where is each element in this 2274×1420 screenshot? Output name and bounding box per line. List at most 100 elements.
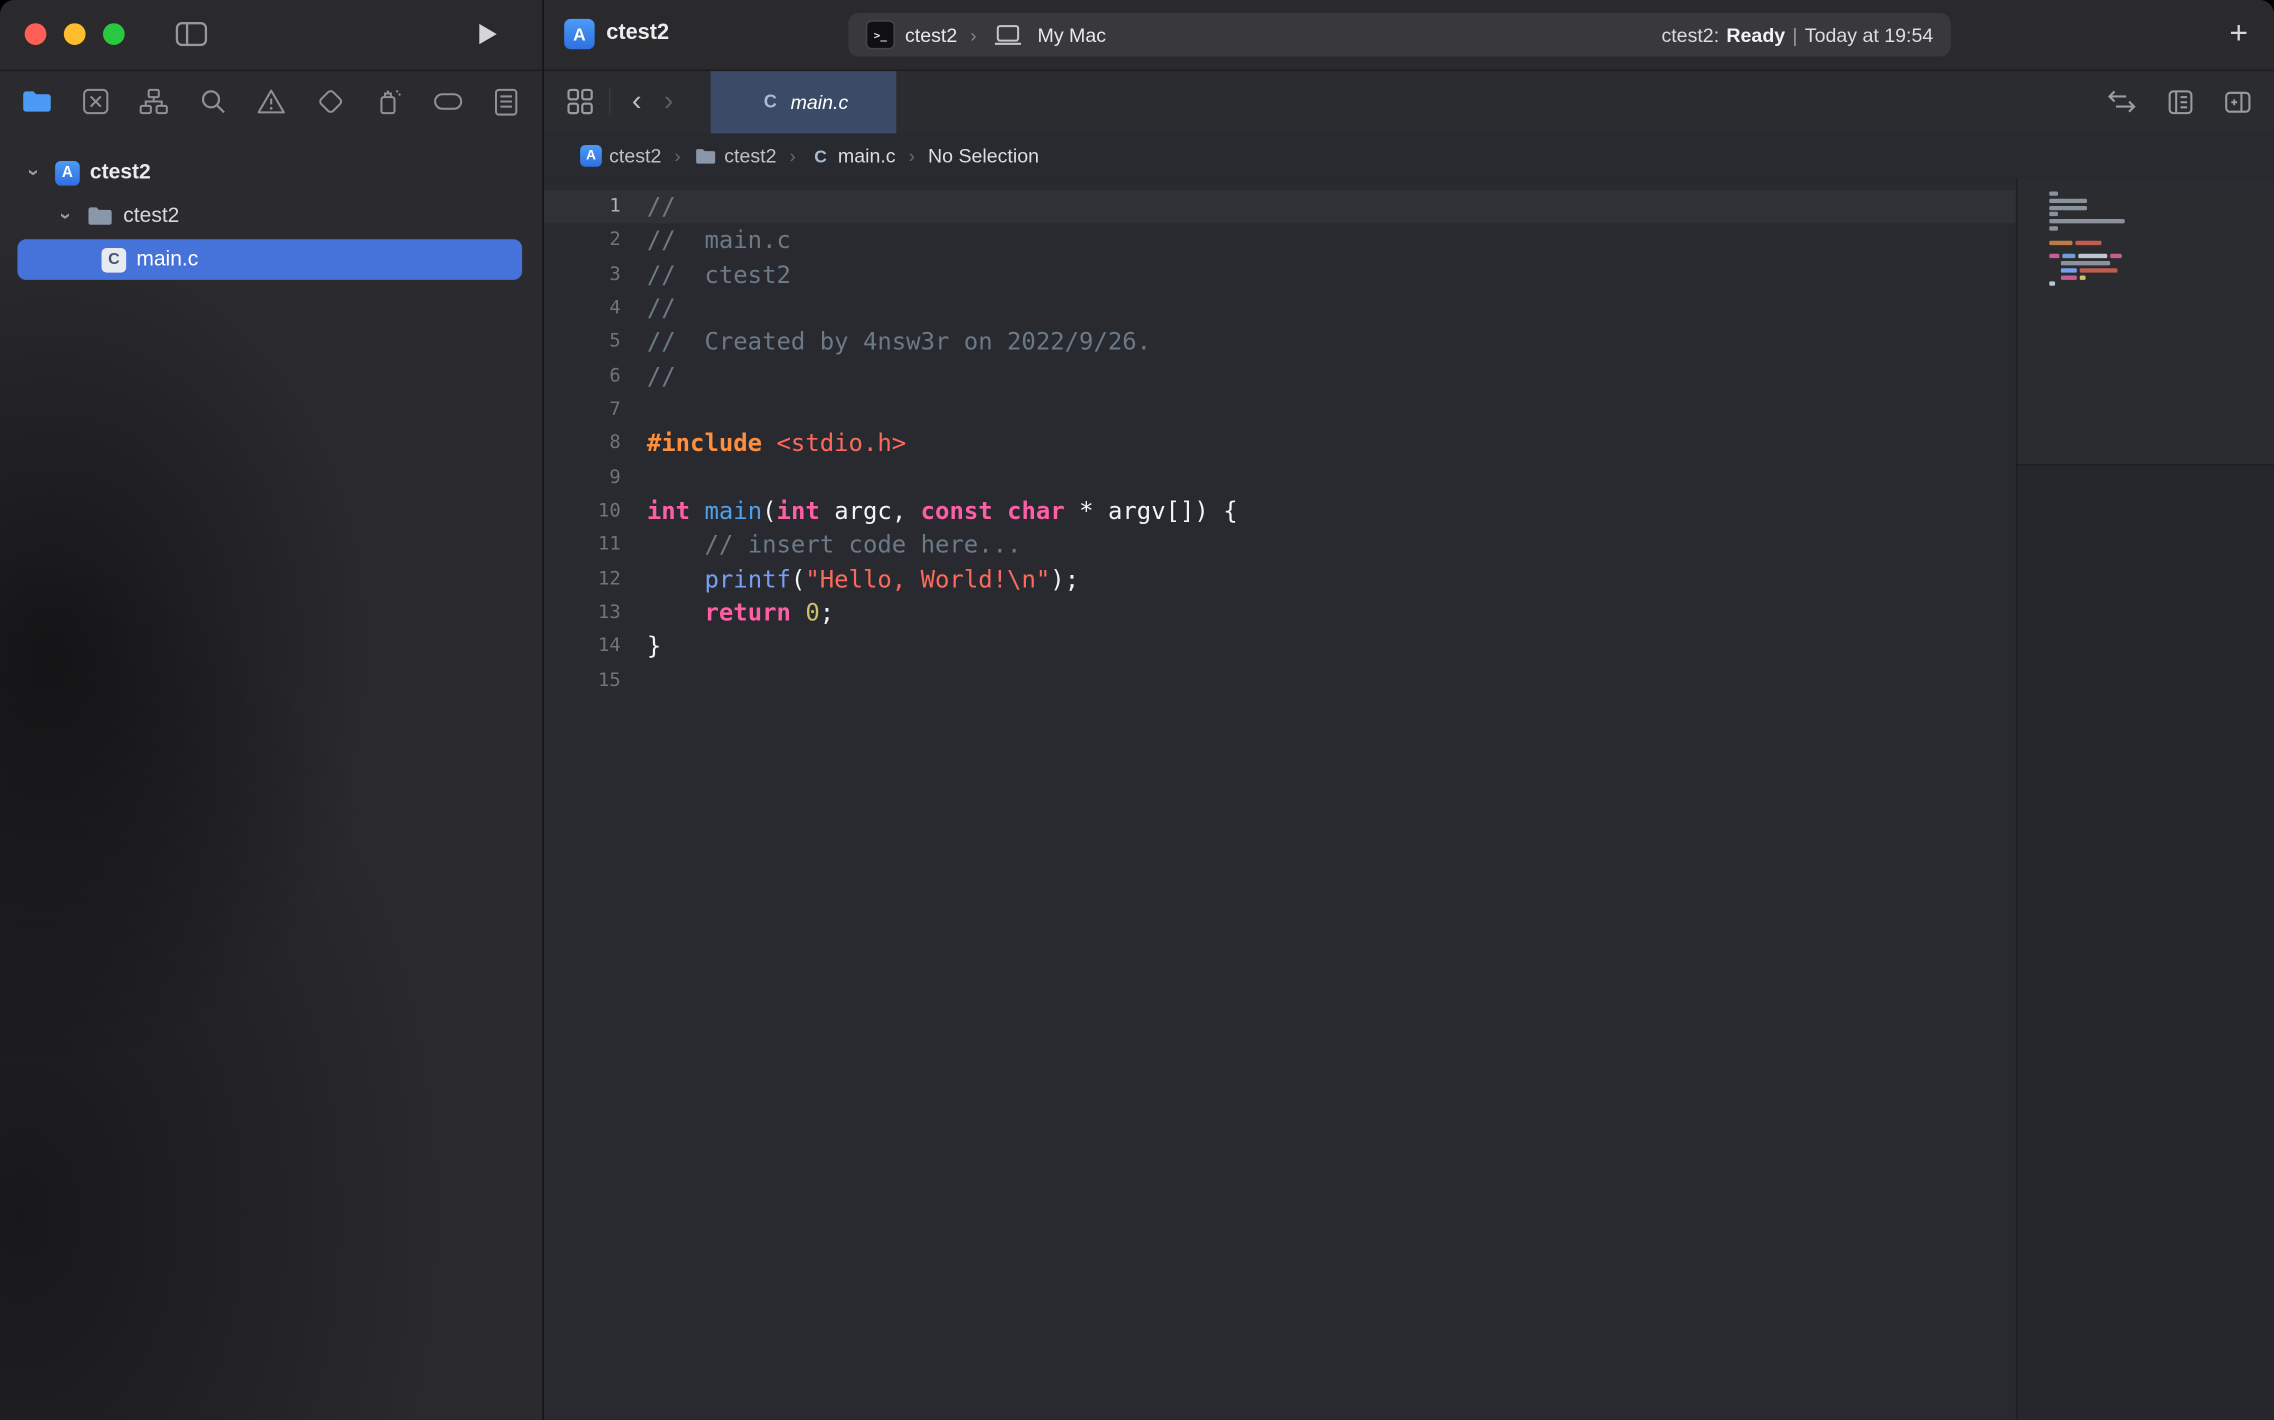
code-text: // Created by 4nsw3r on 2022/9/26. — [621, 325, 1151, 359]
line-number[interactable]: 5 — [544, 325, 621, 359]
line-number[interactable]: 11 — [544, 529, 621, 563]
find-navigator-icon[interactable] — [194, 83, 232, 121]
breadcrumb-project[interactable]: ctest2 — [609, 145, 661, 167]
code-line[interactable]: 13 return 0; — [544, 596, 2016, 630]
tree-item-main-c[interactable]: C main.c — [17, 239, 522, 280]
code-line[interactable]: 12 printf("Hello, World!\n"); — [544, 562, 2016, 596]
code-editor[interactable]: 1//2// main.c3// ctest24//5// Created by… — [544, 178, 2016, 1419]
tab-label: main.c — [791, 91, 849, 113]
tree-item-group[interactable]: › ctest2 — [0, 194, 542, 238]
code-line[interactable]: 9 — [544, 461, 2016, 495]
disclosure-chevron-icon[interactable]: › — [23, 161, 46, 184]
run-button[interactable] — [477, 22, 499, 54]
code-line[interactable]: 14} — [544, 630, 2016, 664]
code-text: } — [621, 630, 662, 664]
code-text — [621, 393, 647, 427]
related-items-icon[interactable] — [561, 83, 599, 121]
minimap-line — [2049, 247, 2127, 251]
code-line[interactable]: 8#include <stdio.h> — [544, 427, 2016, 461]
navigator-sidebar: › A ctest2 › ctest2 C main.c — [0, 70, 542, 1420]
editor-controls — [2103, 70, 2257, 134]
navigator-tab-bar — [0, 70, 542, 134]
minimap-line — [2049, 275, 2127, 279]
report-navigator-icon[interactable] — [487, 83, 525, 121]
line-number[interactable]: 8 — [544, 427, 621, 461]
code-line[interactable]: 15 — [544, 664, 2016, 698]
minimap-line — [2049, 191, 2127, 195]
line-number[interactable]: 9 — [544, 461, 621, 495]
symbol-navigator-icon[interactable] — [135, 83, 173, 121]
code-text: #include <stdio.h> — [621, 427, 906, 461]
xcode-window: A ctest2 >_ ctest2 › My Mac ctest2: Read… — [0, 0, 2274, 1420]
code-line[interactable]: 10int main(int argc, const char * argv[]… — [544, 495, 2016, 529]
tree-item-label: ctest2 — [90, 161, 151, 184]
project-navigator-icon[interactable] — [17, 83, 55, 121]
tab-main-c[interactable]: C main.c — [711, 70, 897, 134]
minimap-line — [2049, 240, 2127, 244]
status-project: ctest2: — [1661, 24, 1719, 46]
code-line[interactable]: 3// ctest2 — [544, 258, 2016, 292]
debug-navigator-icon[interactable] — [370, 83, 408, 121]
add-editor-icon[interactable] — [2219, 83, 2257, 121]
minimap-line — [2049, 254, 2127, 258]
line-number[interactable]: 13 — [544, 596, 621, 630]
code-line[interactable]: 7 — [544, 393, 2016, 427]
code-review-icon[interactable] — [2103, 83, 2141, 121]
disclosure-chevron-icon[interactable]: › — [55, 204, 78, 227]
line-number[interactable]: 2 — [544, 224, 621, 258]
zoom-window-button[interactable] — [103, 23, 125, 45]
window-stage: A ctest2 >_ ctest2 › My Mac ctest2: Read… — [0, 0, 2274, 1420]
code-line[interactable]: 6// — [544, 359, 2016, 393]
close-window-button[interactable] — [25, 23, 47, 45]
line-number[interactable]: 6 — [544, 359, 621, 393]
line-number[interactable]: 3 — [544, 258, 621, 292]
issue-navigator-icon[interactable] — [252, 83, 290, 121]
line-number[interactable]: 1 — [544, 190, 621, 224]
line-number[interactable]: 12 — [544, 562, 621, 596]
sidebar-toggle-icon[interactable] — [175, 22, 207, 54]
minimap-line — [2049, 268, 2127, 272]
sidebar-divider[interactable] — [542, 0, 543, 1420]
mac-device-icon — [994, 24, 1023, 46]
minimap-line — [2049, 205, 2127, 209]
scheme-selector[interactable]: >_ ctest2 › My Mac — [866, 20, 1106, 49]
code-text: return 0; — [621, 596, 834, 630]
minimap-line — [2049, 261, 2127, 265]
line-number[interactable]: 4 — [544, 292, 621, 326]
library-add-button[interactable]: + — [2229, 15, 2248, 53]
back-button[interactable]: ‹ — [621, 73, 653, 131]
tree-item-project[interactable]: › A ctest2 — [0, 151, 542, 195]
breadcrumb-selection[interactable]: No Selection — [928, 145, 1039, 167]
code-line[interactable]: 5// Created by 4nsw3r on 2022/9/26. — [544, 325, 2016, 359]
xcode-project-icon: A — [580, 145, 602, 167]
breadcrumb-group[interactable]: ctest2 — [724, 145, 776, 167]
code-line[interactable]: 1// — [544, 190, 2016, 224]
activity-status: ctest2: Ready | Today at 19:54 — [1661, 24, 1933, 46]
scheme-target-label: ctest2 — [905, 24, 957, 46]
breakpoint-navigator-icon[interactable] — [429, 83, 467, 121]
minimap[interactable] — [2016, 178, 2274, 1419]
line-number[interactable]: 7 — [544, 393, 621, 427]
tree-item-label: main.c — [136, 248, 198, 271]
line-number[interactable]: 10 — [544, 495, 621, 529]
minimap-line — [2049, 233, 2127, 237]
folder-icon — [695, 147, 717, 164]
code-line[interactable]: 11 // insert code here... — [544, 529, 2016, 563]
test-navigator-icon[interactable] — [311, 83, 349, 121]
line-number[interactable]: 15 — [544, 664, 621, 698]
minimap-line — [2049, 289, 2127, 293]
chevron-right-icon: › — [970, 24, 976, 46]
minimap-line — [2049, 212, 2127, 216]
source-control-navigator-icon[interactable] — [76, 83, 114, 121]
code-text: // — [621, 190, 676, 224]
divider — [609, 88, 610, 114]
minimize-window-button[interactable] — [64, 23, 86, 45]
editor-tab-bar: ‹ › C main.c — [544, 70, 2274, 135]
scheme-and-activity-bar[interactable]: >_ ctest2 › My Mac ctest2: Ready | Today… — [848, 13, 1950, 57]
forward-button[interactable]: › — [653, 73, 685, 131]
code-line[interactable]: 2// main.c — [544, 224, 2016, 258]
code-line[interactable]: 4// — [544, 292, 2016, 326]
editor-options-icon[interactable] — [2161, 83, 2199, 121]
breadcrumb-file[interactable]: main.c — [838, 145, 896, 167]
line-number[interactable]: 14 — [544, 630, 621, 664]
